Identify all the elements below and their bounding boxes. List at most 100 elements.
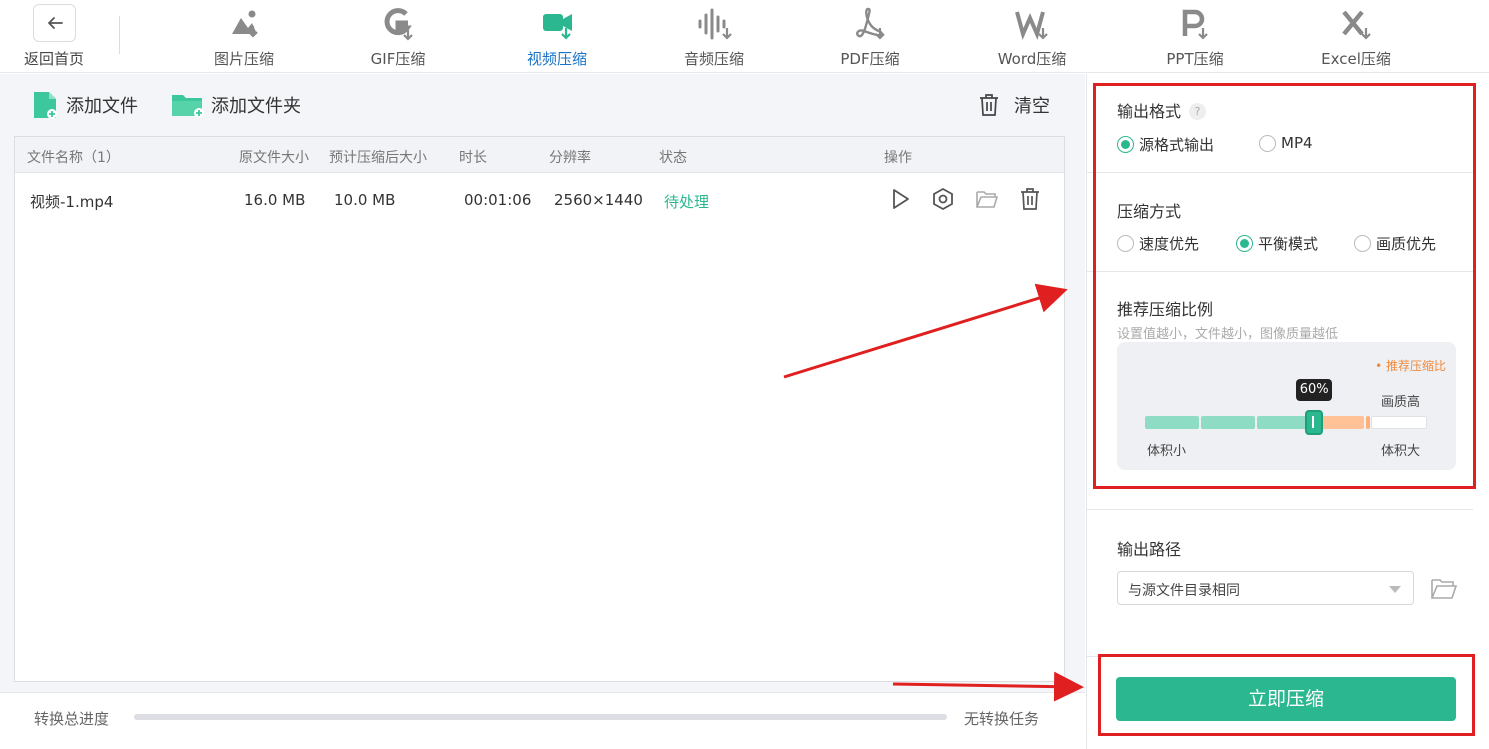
- compress-mode-title: 压缩方式: [1117, 202, 1182, 221]
- help-icon[interactable]: ?: [1189, 103, 1207, 120]
- radio-dot: [1117, 136, 1134, 153]
- radio-mp4[interactable]: MP4: [1259, 134, 1313, 152]
- output-format-label: 输出格式: [1117, 102, 1182, 121]
- radio-label: 平衡模式: [1258, 235, 1319, 253]
- size-small-label: 体积小: [1147, 444, 1187, 459]
- top-nav: 返回首页 图片压缩 GIF压缩 视频压缩 音频压缩 PDF压缩 Word压缩 P…: [0, 0, 1489, 73]
- file-name: 视频-1.mp4: [30, 193, 114, 211]
- col-status: 状态: [659, 150, 687, 166]
- orig-size: 16.0 MB: [244, 191, 306, 209]
- slider-thumb[interactable]: [1305, 410, 1324, 435]
- tab-word-compress[interactable]: Word压缩: [967, 0, 1097, 72]
- divider: [1087, 509, 1473, 510]
- tab-label: Word压缩: [997, 50, 1067, 68]
- tab-label: GIF压缩: [370, 50, 426, 68]
- col-orig-size: 原文件大小: [239, 150, 309, 166]
- radio-dot: [1259, 134, 1276, 152]
- chevron-down-icon: [1389, 586, 1401, 593]
- slider-segment: [1145, 416, 1199, 429]
- add-folder-icon: [172, 95, 204, 118]
- tab-gif-compress[interactable]: GIF压缩: [333, 0, 463, 72]
- settings-icon[interactable]: [931, 187, 955, 211]
- size-large-label: 体积大: [1381, 444, 1421, 459]
- browse-folder-icon[interactable]: [1430, 577, 1458, 601]
- radio-label: MP4: [1281, 134, 1313, 152]
- radio-quality-first[interactable]: 画质优先: [1354, 233, 1436, 254]
- tab-label: 图片压缩: [213, 50, 274, 68]
- arrow-left-icon: [47, 17, 63, 29]
- quality-high-label: 画质高: [1381, 395, 1421, 410]
- thumb-grip: [1312, 416, 1315, 428]
- col-actions: 操作: [884, 150, 912, 166]
- tab-audio-compress[interactable]: 音频压缩: [649, 0, 779, 72]
- radio-label: 源格式输出: [1139, 136, 1215, 154]
- progress-label: 转换总进度: [34, 710, 110, 728]
- add-folder-label: 添加文件夹: [211, 96, 301, 117]
- output-path-title: 输出路径: [1117, 540, 1182, 559]
- tab-pdf-compress[interactable]: PDF压缩: [805, 0, 935, 72]
- ratio-hint: 设置值越小，文件越小，图像质量越低: [1117, 327, 1339, 342]
- table-header: 文件名称（1） 原文件大小 预计压缩后大小 时长 分辨率 状态 操作: [15, 137, 1064, 173]
- col-resolution: 分辨率: [549, 150, 591, 166]
- slider-tooltip: 60%: [1296, 379, 1333, 401]
- add-file-icon: [34, 92, 57, 119]
- back-label: 返回首页: [24, 50, 85, 68]
- file-table: 文件名称（1） 原文件大小 预计压缩后大小 时长 分辨率 状态 操作 视频-1.…: [14, 136, 1065, 682]
- clear-button[interactable]: 清空: [978, 88, 1050, 122]
- excel-compress-icon: [1342, 10, 1371, 40]
- tab-label: PPT压缩: [1166, 50, 1224, 68]
- file-panel: 添加文件 添加文件夹 清空 文件名称（1） 原文件大小 预计压缩后大小 时长 分…: [0, 74, 1085, 749]
- output-path-select[interactable]: 与源文件目录相同: [1117, 571, 1414, 605]
- radio-balanced[interactable]: 平衡模式: [1236, 233, 1318, 254]
- recommend-legend: • 推荐压缩比: [1375, 359, 1446, 373]
- back-button[interactable]: [33, 4, 76, 42]
- add-folder-button[interactable]: 添加文件夹: [171, 88, 301, 122]
- ppt-compress-icon: [1182, 9, 1208, 40]
- col-duration: 时长: [459, 150, 487, 166]
- ratio-title: 推荐压缩比例: [1117, 300, 1214, 319]
- resolution: 2560×1440: [554, 191, 643, 209]
- tab-ppt-compress[interactable]: PPT压缩: [1130, 0, 1260, 72]
- tab-label: 视频压缩: [526, 50, 587, 68]
- progress-track: [134, 714, 947, 720]
- divider: [1087, 271, 1473, 272]
- output-format-title: 输出格式?: [1117, 98, 1207, 122]
- gif-compress-icon: [384, 8, 413, 41]
- tab-label: 音频压缩: [683, 50, 744, 68]
- nav-divider: [119, 16, 120, 54]
- radio-dot: [1117, 235, 1134, 252]
- settings-panel: 输出格式? 源格式输出 MP4 压缩方式 速度优先 平衡模式 画质优先 推荐压缩…: [1086, 74, 1489, 749]
- delete-icon[interactable]: [1018, 187, 1042, 211]
- add-file-label: 添加文件: [66, 96, 138, 117]
- ratio-slider-panel: • 推荐压缩比 画质高 60% 体积小 体积大: [1117, 342, 1456, 470]
- tab-image-compress[interactable]: 图片压缩: [179, 0, 309, 72]
- add-file-button[interactable]: 添加文件: [32, 88, 138, 122]
- trash-icon: [980, 94, 998, 116]
- est-size: 10.0 MB: [334, 191, 396, 209]
- col-name: 文件名称（1）: [27, 150, 120, 166]
- status-badge: 待处理: [664, 193, 710, 211]
- col-est-size: 预计压缩后大小: [329, 150, 427, 166]
- video-compress-icon: [543, 14, 572, 40]
- radio-speed-first[interactable]: 速度优先: [1117, 233, 1199, 254]
- open-folder-icon[interactable]: [975, 187, 999, 211]
- play-icon[interactable]: [888, 187, 912, 211]
- start-compress-button[interactable]: 立即压缩: [1116, 677, 1456, 721]
- tab-excel-compress[interactable]: Excel压缩: [1291, 0, 1421, 72]
- radio-label: 速度优先: [1139, 235, 1200, 253]
- tab-video-compress[interactable]: 视频压缩: [492, 0, 622, 72]
- radio-label: 画质优先: [1376, 235, 1437, 253]
- radio-source-format[interactable]: 源格式输出: [1117, 134, 1214, 155]
- output-path-value: 与源文件目录相同: [1128, 583, 1240, 599]
- divider: [1087, 656, 1473, 657]
- divider: [1087, 172, 1473, 173]
- progress-status: 无转换任务: [964, 710, 1040, 728]
- slider-segment: [1371, 416, 1427, 429]
- duration: 00:01:06: [464, 191, 532, 209]
- word-compress-icon: [1015, 11, 1048, 40]
- image-compress-icon: [232, 10, 258, 38]
- tab-label: Excel压缩: [1321, 50, 1391, 68]
- audio-compress-icon: [698, 8, 732, 40]
- clear-label: 清空: [1014, 96, 1050, 117]
- slider-segment: [1201, 416, 1255, 429]
